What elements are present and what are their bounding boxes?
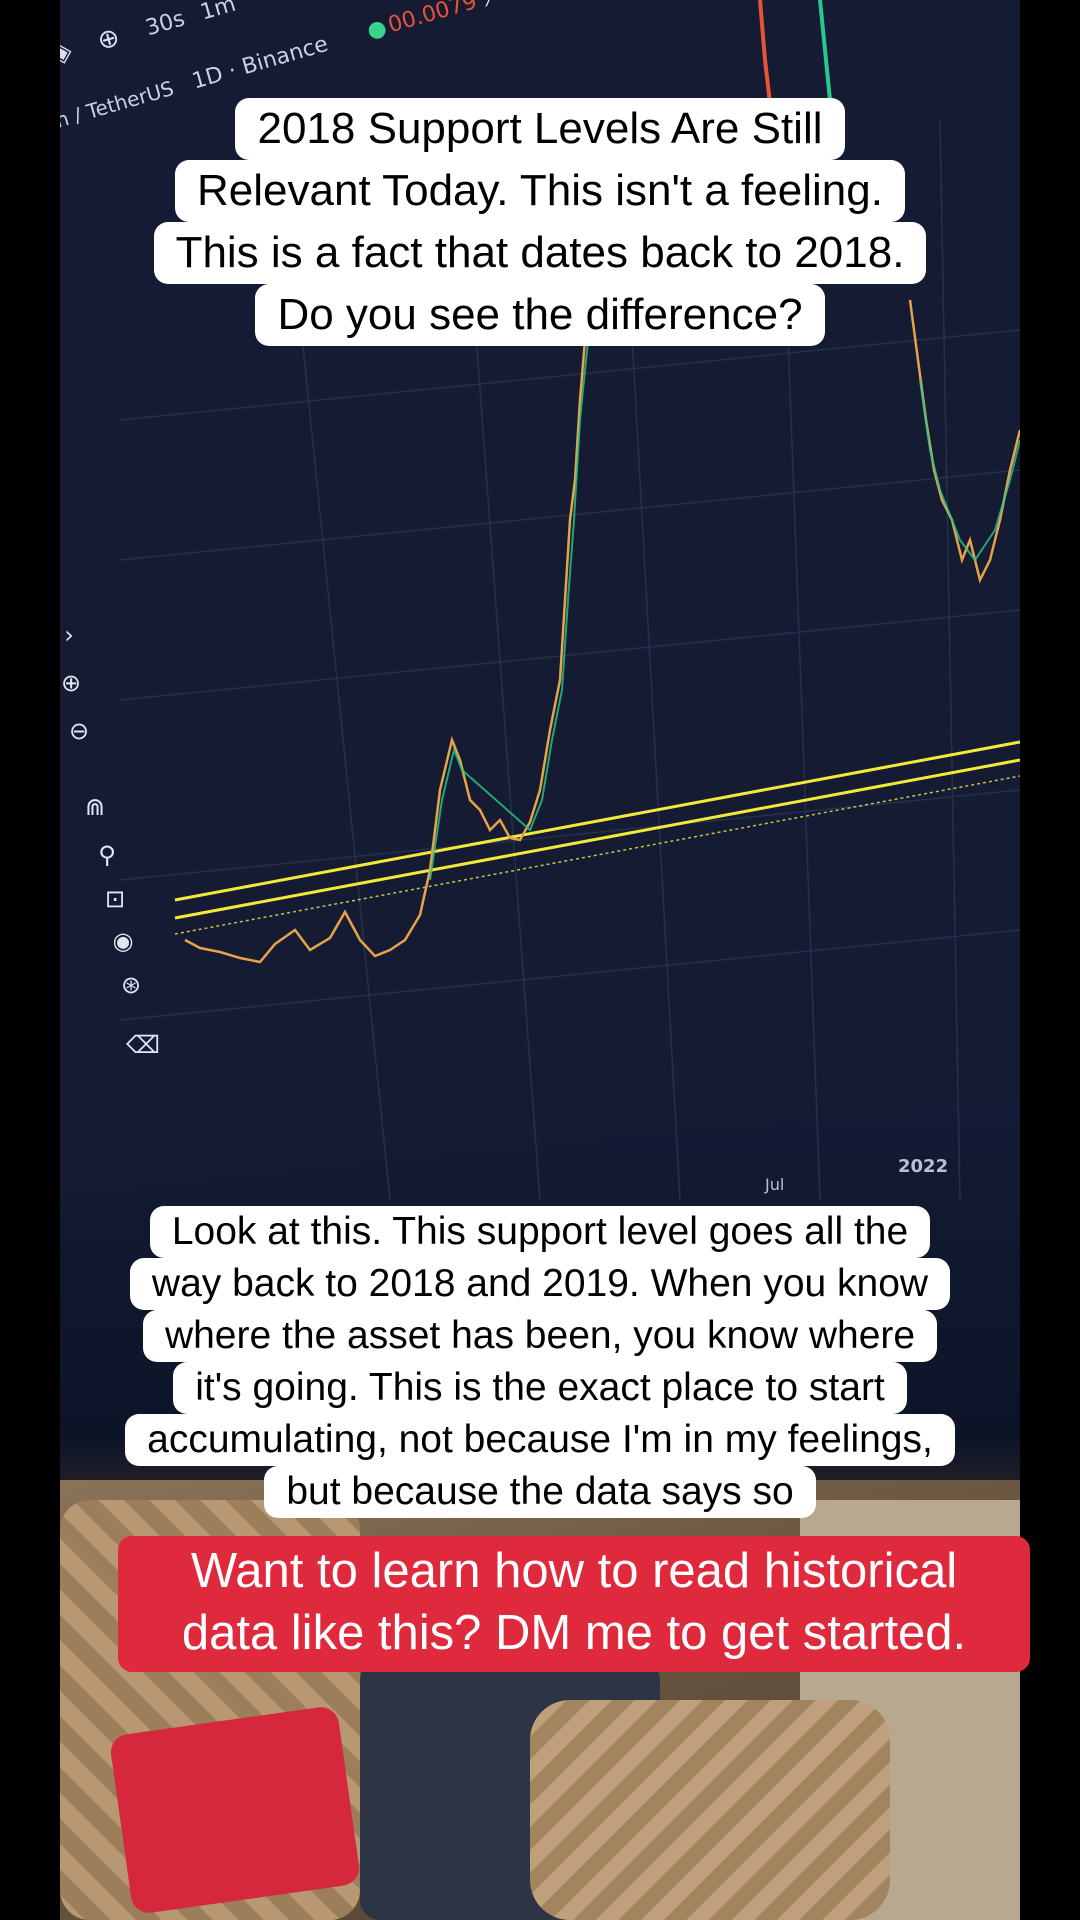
wicker-basket-right xyxy=(530,1700,890,1920)
caption-mid-line-3: where the asset has been, you know where xyxy=(142,1310,938,1362)
caption-mid-line-6: but because the data says so xyxy=(264,1466,816,1518)
caption-top: 2018 Support Levels Are Still Relevant T… xyxy=(0,98,1080,346)
caption-mid-line-1: Look at this. This support level goes al… xyxy=(149,1206,931,1258)
lock-icon[interactable]: ⊡ xyxy=(100,884,130,914)
zoom-out-icon[interactable]: ⊖ xyxy=(64,716,94,746)
cta-line-1: Want to learn how to read historical xyxy=(190,1544,958,1598)
caption-top-line-1: 2018 Support Levels Are Still xyxy=(235,98,845,160)
status-dot-icon: ● xyxy=(364,14,390,45)
drawing-sidebar: › ⊕ ⊖ ⋒ ⚲ ⊡ ◉ ⊛ ⌫ xyxy=(60,620,190,1080)
cta-banner[interactable]: Want to learn how to read historical dat… xyxy=(118,1536,1030,1672)
time-axis-label-jul: Jul xyxy=(764,1175,784,1194)
trash-icon[interactable]: ⌫ xyxy=(126,1030,160,1060)
add-icon[interactable]: ⊕ xyxy=(94,21,123,57)
time-axis-label-2022: 2022 xyxy=(898,1156,948,1177)
lock-drawings-icon[interactable]: ⚲ xyxy=(92,840,122,870)
caption-top-line-3: This is a fact that dates back to 2018. xyxy=(153,222,927,284)
red-object xyxy=(108,1704,362,1916)
line-tool-icon[interactable]: ⟋ xyxy=(479,0,505,14)
eye-icon[interactable]: ◉ xyxy=(108,926,138,956)
caption-mid-line-5: accumulating, not because I'm in my feel… xyxy=(125,1414,955,1466)
zoom-in-icon[interactable]: ⊕ xyxy=(60,668,86,698)
layers-icon[interactable]: ⊛ xyxy=(116,970,146,1000)
cursor-icon[interactable]: › xyxy=(60,620,84,650)
caption-top-line-2: Relevant Today. This isn't a feeling. xyxy=(175,160,905,222)
caption-top-line-4: Do you see the difference? xyxy=(255,284,825,346)
cta-line-2: data like this? DM me to get started. xyxy=(181,1606,967,1660)
diamond-icon[interactable]: ◈ xyxy=(60,35,75,70)
caption-mid: Look at this. This support level goes al… xyxy=(0,1206,1080,1518)
interval-1m-button[interactable]: 1m xyxy=(198,0,239,25)
magnet-icon[interactable]: ⋒ xyxy=(80,792,110,822)
support-level-lines xyxy=(174,740,1020,935)
interval-30s-button[interactable]: 30s xyxy=(143,6,188,41)
caption-mid-line-2: way back to 2018 and 2019. When you know xyxy=(129,1258,951,1310)
caption-mid-line-4: it's going. This is the exact place to s… xyxy=(173,1362,907,1414)
